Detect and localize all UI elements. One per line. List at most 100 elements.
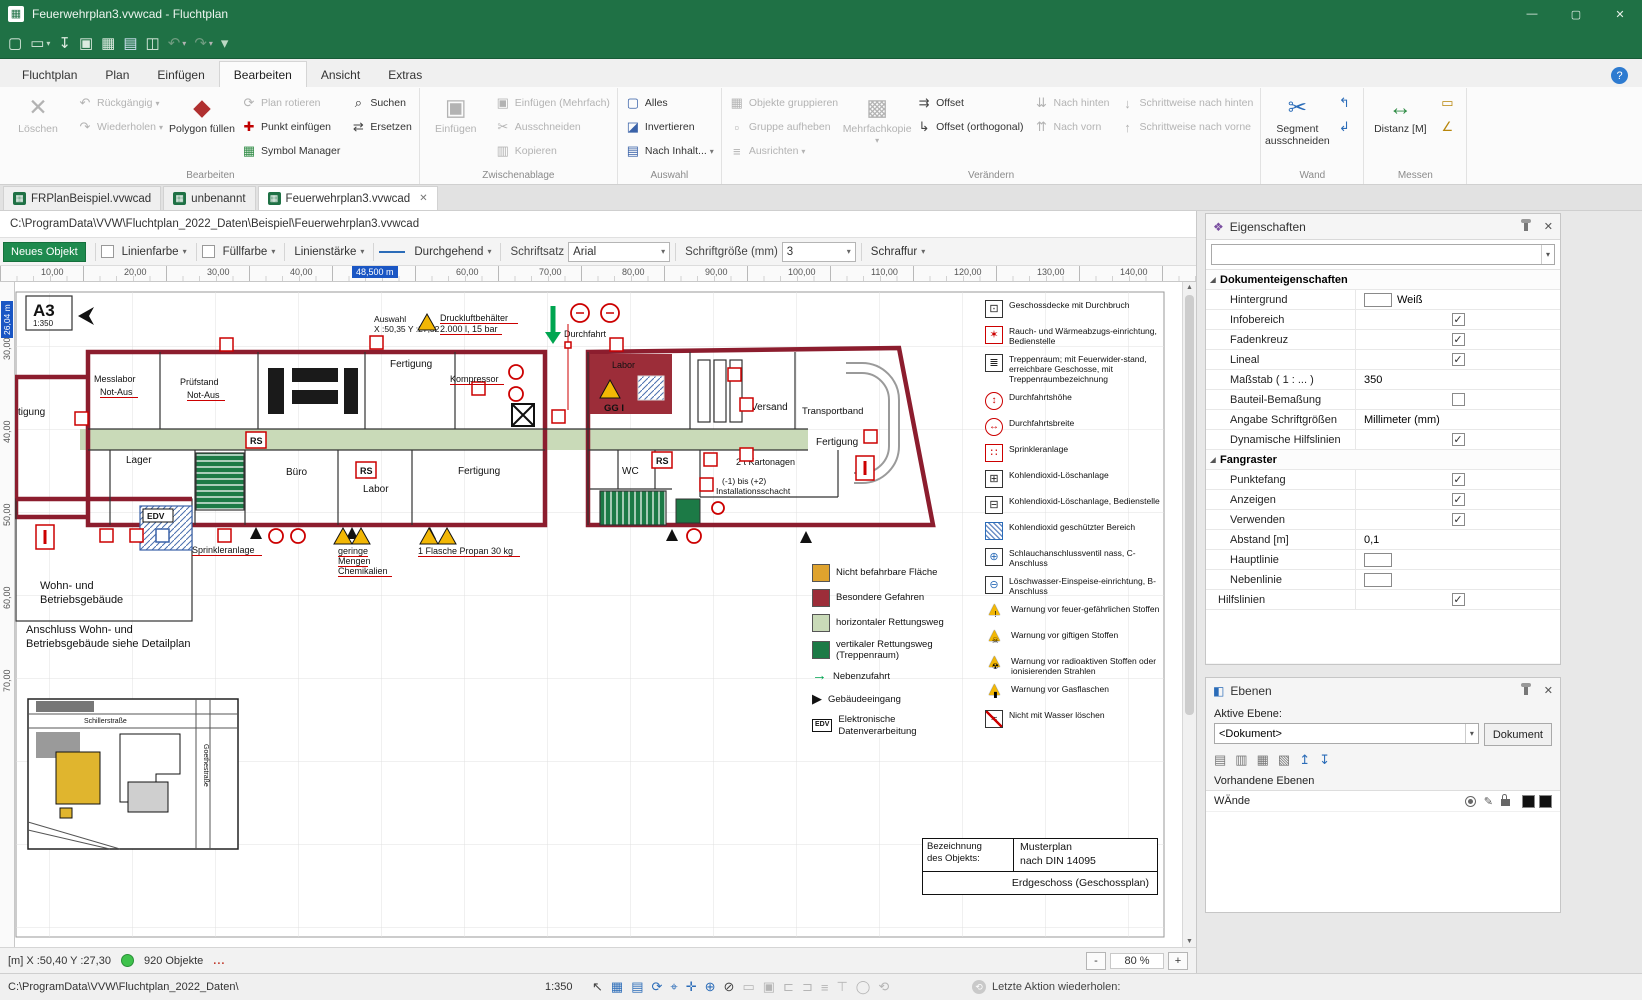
active-layer-select[interactable]: <Dokument>▾ xyxy=(1214,723,1479,744)
color-swatch[interactable] xyxy=(1364,553,1392,567)
property-value[interactable] xyxy=(1356,390,1560,409)
scrollbar-thumb[interactable] xyxy=(1185,295,1194,715)
ribbon-button[interactable]: ↔Distanz [M] xyxy=(1366,88,1434,165)
property-value[interactable]: 0,1 xyxy=(1356,530,1560,549)
repeat-action-icon[interactable]: ⟲ xyxy=(972,980,986,994)
layer-add-icon[interactable]: ▦ xyxy=(1257,752,1269,768)
checkbox[interactable]: ✓ xyxy=(1452,353,1465,366)
layers-print-all-icon[interactable]: ▥ xyxy=(1235,752,1247,768)
document-button[interactable]: Dokument xyxy=(1484,723,1552,746)
snap-point-icon[interactable]: ⌖ xyxy=(670,979,677,995)
grid-icon[interactable]: ▦ xyxy=(611,979,623,995)
ribbon-button[interactable]: ∠ xyxy=(1434,115,1464,139)
close-tab-icon[interactable]: ✕ xyxy=(419,193,427,204)
line-color-swatch[interactable] xyxy=(101,245,114,258)
redo-button[interactable]: ↷▾ xyxy=(194,34,213,52)
hatch-dropdown[interactable]: Schraffur▾ xyxy=(867,241,929,263)
color-swatch[interactable] xyxy=(1364,573,1392,587)
checkbox[interactable]: ✓ xyxy=(1452,433,1465,446)
checkbox[interactable]: ✓ xyxy=(1452,513,1465,526)
close-icon[interactable]: ✕ xyxy=(1544,684,1553,697)
line-width-dropdown[interactable]: Linienstärke▾ xyxy=(290,241,368,263)
font-select[interactable]: Arial▾ xyxy=(568,242,670,262)
checkbox[interactable] xyxy=(1452,393,1465,406)
ribbon-button[interactable]: ◪Invertieren xyxy=(620,115,719,139)
tab-fluchtplan[interactable]: Fluchtplan xyxy=(8,62,91,87)
property-value[interactable]: ✓ xyxy=(1356,330,1560,349)
ribbon-button[interactable]: ◆Polygon füllen xyxy=(168,88,236,165)
line-style-dropdown[interactable]: Durchgehend▾ xyxy=(410,241,495,263)
crosshair-icon[interactable]: ✛ xyxy=(686,979,697,995)
document-tab[interactable]: ▦FRPlanBeispiel.vvwcad xyxy=(3,186,161,210)
minimize-button[interactable]: — xyxy=(1510,0,1554,28)
tab-einfügen[interactable]: Einfügen xyxy=(143,62,218,87)
close-button[interactable]: ✕ xyxy=(1598,0,1642,28)
scroll-up-icon[interactable]: ▲ xyxy=(1186,284,1193,291)
canvas[interactable]: 30,0040,0050,0060,0070,0026,04 m xyxy=(0,282,1196,947)
property-value[interactable]: ✓ xyxy=(1356,490,1560,509)
pin-icon[interactable] xyxy=(1524,223,1528,231)
line-color-dropdown[interactable]: Linienfarbe▾ xyxy=(118,241,191,263)
fill-color-dropdown[interactable]: Füllfarbe▾ xyxy=(219,241,280,263)
ribbon-button[interactable]: ⌕Suchen xyxy=(345,91,416,115)
fill-color-swatch[interactable] xyxy=(202,245,215,258)
color-swatch[interactable] xyxy=(1364,293,1392,307)
property-value[interactable]: 350 xyxy=(1356,370,1560,389)
customize-toolbar-button[interactable]: ▾ xyxy=(221,34,229,52)
help-icon[interactable]: ? xyxy=(1611,67,1628,84)
tab-bearbeiten[interactable]: Bearbeiten xyxy=(219,61,307,87)
ribbon-button[interactable]: ✚Punkt einfügen xyxy=(236,115,345,139)
new-object-button[interactable]: Neues Objekt xyxy=(3,242,86,262)
ribbon-button[interactable]: ▦Symbol Manager xyxy=(236,139,345,163)
maximize-button[interactable]: ▢ xyxy=(1554,0,1598,28)
property-value[interactable]: ✓ xyxy=(1356,310,1560,329)
property-section[interactable]: ◢Dokumenteigenschaften xyxy=(1206,270,1560,290)
tab-ansicht[interactable]: Ansicht xyxy=(307,62,374,87)
undo-button[interactable]: ↶▾ xyxy=(168,34,187,52)
layer-up-icon[interactable]: ↥ xyxy=(1299,752,1310,768)
forbid-icon[interactable]: ⊘ xyxy=(724,979,735,995)
ribbon-button[interactable]: ⇄Ersetzen xyxy=(345,115,416,139)
property-value[interactable] xyxy=(1356,570,1560,589)
checkbox[interactable]: ✓ xyxy=(1452,313,1465,326)
ribbon-button[interactable]: ▤Nach Inhalt...▾ xyxy=(620,139,719,163)
vertical-scrollbar[interactable]: ▲ ▼ xyxy=(1182,282,1196,947)
font-size-select[interactable]: 3▾ xyxy=(782,242,856,262)
checkbox[interactable]: ✓ xyxy=(1452,333,1465,346)
property-value[interactable]: Weiß xyxy=(1356,290,1560,309)
print-button[interactable]: ▤ xyxy=(123,34,137,52)
property-value[interactable]: ✓ xyxy=(1356,590,1560,609)
checkbox[interactable]: ✓ xyxy=(1452,593,1465,606)
refresh-icon[interactable]: ⟳ xyxy=(652,979,663,995)
property-value[interactable]: ✓ xyxy=(1356,510,1560,529)
scroll-down-icon[interactable]: ▼ xyxy=(1186,938,1193,945)
tab-plan[interactable]: Plan xyxy=(91,62,143,87)
checkbox[interactable]: ✓ xyxy=(1452,493,1465,506)
layer-down-icon[interactable]: ↧ xyxy=(1319,752,1330,768)
checkbox[interactable]: ✓ xyxy=(1452,473,1465,486)
layer-line-color-swatch[interactable] xyxy=(1522,795,1535,808)
property-value[interactable] xyxy=(1356,550,1560,569)
collapse-icon[interactable]: ◢ xyxy=(1206,276,1220,284)
ribbon-button[interactable]: ↰ xyxy=(1331,91,1361,115)
zoom-in-button[interactable]: + xyxy=(1168,952,1188,970)
add-point-icon[interactable]: ⊕ xyxy=(705,979,716,995)
zoom-level[interactable]: 80 % xyxy=(1110,953,1164,969)
layer-lock-icon[interactable] xyxy=(1501,799,1510,806)
save-button[interactable]: ▣ xyxy=(79,34,93,52)
new-file-button[interactable]: ▢ xyxy=(8,34,22,52)
layer-delete-icon[interactable]: ▧ xyxy=(1278,752,1290,768)
ribbon-button[interactable]: ↳Offset (orthogonal) xyxy=(911,115,1028,139)
property-section[interactable]: ◢Fangraster xyxy=(1206,450,1560,470)
open-file-button[interactable]: ▭▾ xyxy=(30,34,50,52)
ribbon-button[interactable]: ▭ xyxy=(1434,91,1464,115)
property-value[interactable]: ✓ xyxy=(1356,350,1560,369)
save-all-button[interactable]: ▦ xyxy=(101,34,115,52)
tab-extras[interactable]: Extras xyxy=(374,62,436,87)
property-value[interactable]: ✓ xyxy=(1356,470,1560,489)
object-selector[interactable]: ▾ xyxy=(1211,244,1555,265)
layer-edit-icon[interactable]: ✎ xyxy=(1484,795,1493,808)
layer-row[interactable]: WÄnde✎ xyxy=(1206,791,1560,812)
document-tab[interactable]: ▦Feuerwehrplan3.vvwcad✕ xyxy=(258,186,438,210)
close-icon[interactable]: ✕ xyxy=(1544,220,1553,233)
